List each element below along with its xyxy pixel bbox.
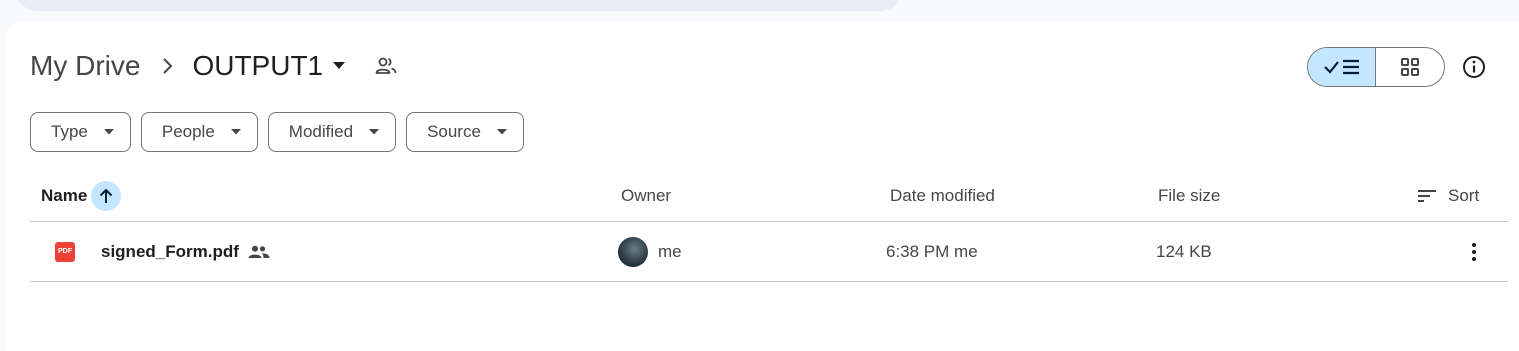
info-icon <box>1463 56 1485 78</box>
column-header-date-modified[interactable]: Date modified <box>890 170 995 221</box>
pdf-badge: PDF <box>55 241 75 262</box>
file-name[interactable]: signed_Form.pdf <box>101 222 239 281</box>
grid-icon <box>1401 58 1419 76</box>
caret-down-icon <box>230 129 241 135</box>
column-header-file-size[interactable]: File size <box>1158 170 1220 221</box>
filter-modified[interactable]: Modified <box>267 112 397 152</box>
breadcrumb-current-folder[interactable]: OUTPUT1 <box>192 50 346 82</box>
filter-type[interactable]: Type <box>30 112 131 152</box>
shared-folder-icon[interactable] <box>375 57 397 75</box>
filter-people[interactable]: People <box>140 112 258 152</box>
file-owner: me <box>618 222 682 281</box>
table-row[interactable]: PDF signed_Form.pdf me 6:38 PM me 124 KB <box>30 222 1508 282</box>
filter-type-label: Type <box>51 122 88 141</box>
column-header-name-label: Name <box>41 185 88 205</box>
grid-view-button[interactable] <box>1376 48 1444 86</box>
sort-button-label: Sort <box>1448 185 1480 205</box>
more-actions-button[interactable] <box>1462 222 1486 281</box>
sort-button[interactable]: Sort <box>1418 170 1479 221</box>
file-table-header: Name Owner Date modified File size Sort <box>30 170 1508 222</box>
search-bar-edge[interactable] <box>14 0 904 11</box>
caret-down-icon <box>369 129 380 135</box>
filter-source-label: Source <box>427 122 481 141</box>
caret-down-icon <box>103 129 114 135</box>
more-vertical-icon <box>1472 242 1476 261</box>
file-owner-label: me <box>658 241 682 261</box>
pdf-icon: PDF <box>55 222 75 281</box>
details-button[interactable] <box>1461 54 1487 80</box>
filter-modified-label: Modified <box>288 122 354 141</box>
check-list-icon <box>1323 59 1359 75</box>
filter-chips: Type People Modified Source <box>30 112 534 152</box>
filter-source[interactable]: Source <box>406 112 524 152</box>
caret-down-icon <box>496 129 507 135</box>
people-icon <box>248 222 270 281</box>
column-header-name[interactable]: Name <box>41 170 122 221</box>
breadcrumb-current-label: OUTPUT1 <box>192 50 324 81</box>
file-date-modified: 6:38 PM me <box>886 241 978 261</box>
file-size: 124 KB <box>1156 241 1212 261</box>
chevron-right-icon <box>144 57 192 75</box>
arrow-up-icon[interactable] <box>91 180 122 211</box>
avatar <box>618 236 648 267</box>
filter-people-label: People <box>161 122 215 141</box>
sort-lines-icon <box>1418 189 1436 202</box>
breadcrumb-root[interactable]: My Drive <box>30 50 144 82</box>
column-header-owner: Owner <box>621 185 672 205</box>
list-view-button[interactable] <box>1308 48 1376 86</box>
breadcrumb: My Drive OUTPUT1 <box>30 46 397 86</box>
view-toggle <box>1307 47 1445 87</box>
caret-down-icon <box>333 62 346 70</box>
